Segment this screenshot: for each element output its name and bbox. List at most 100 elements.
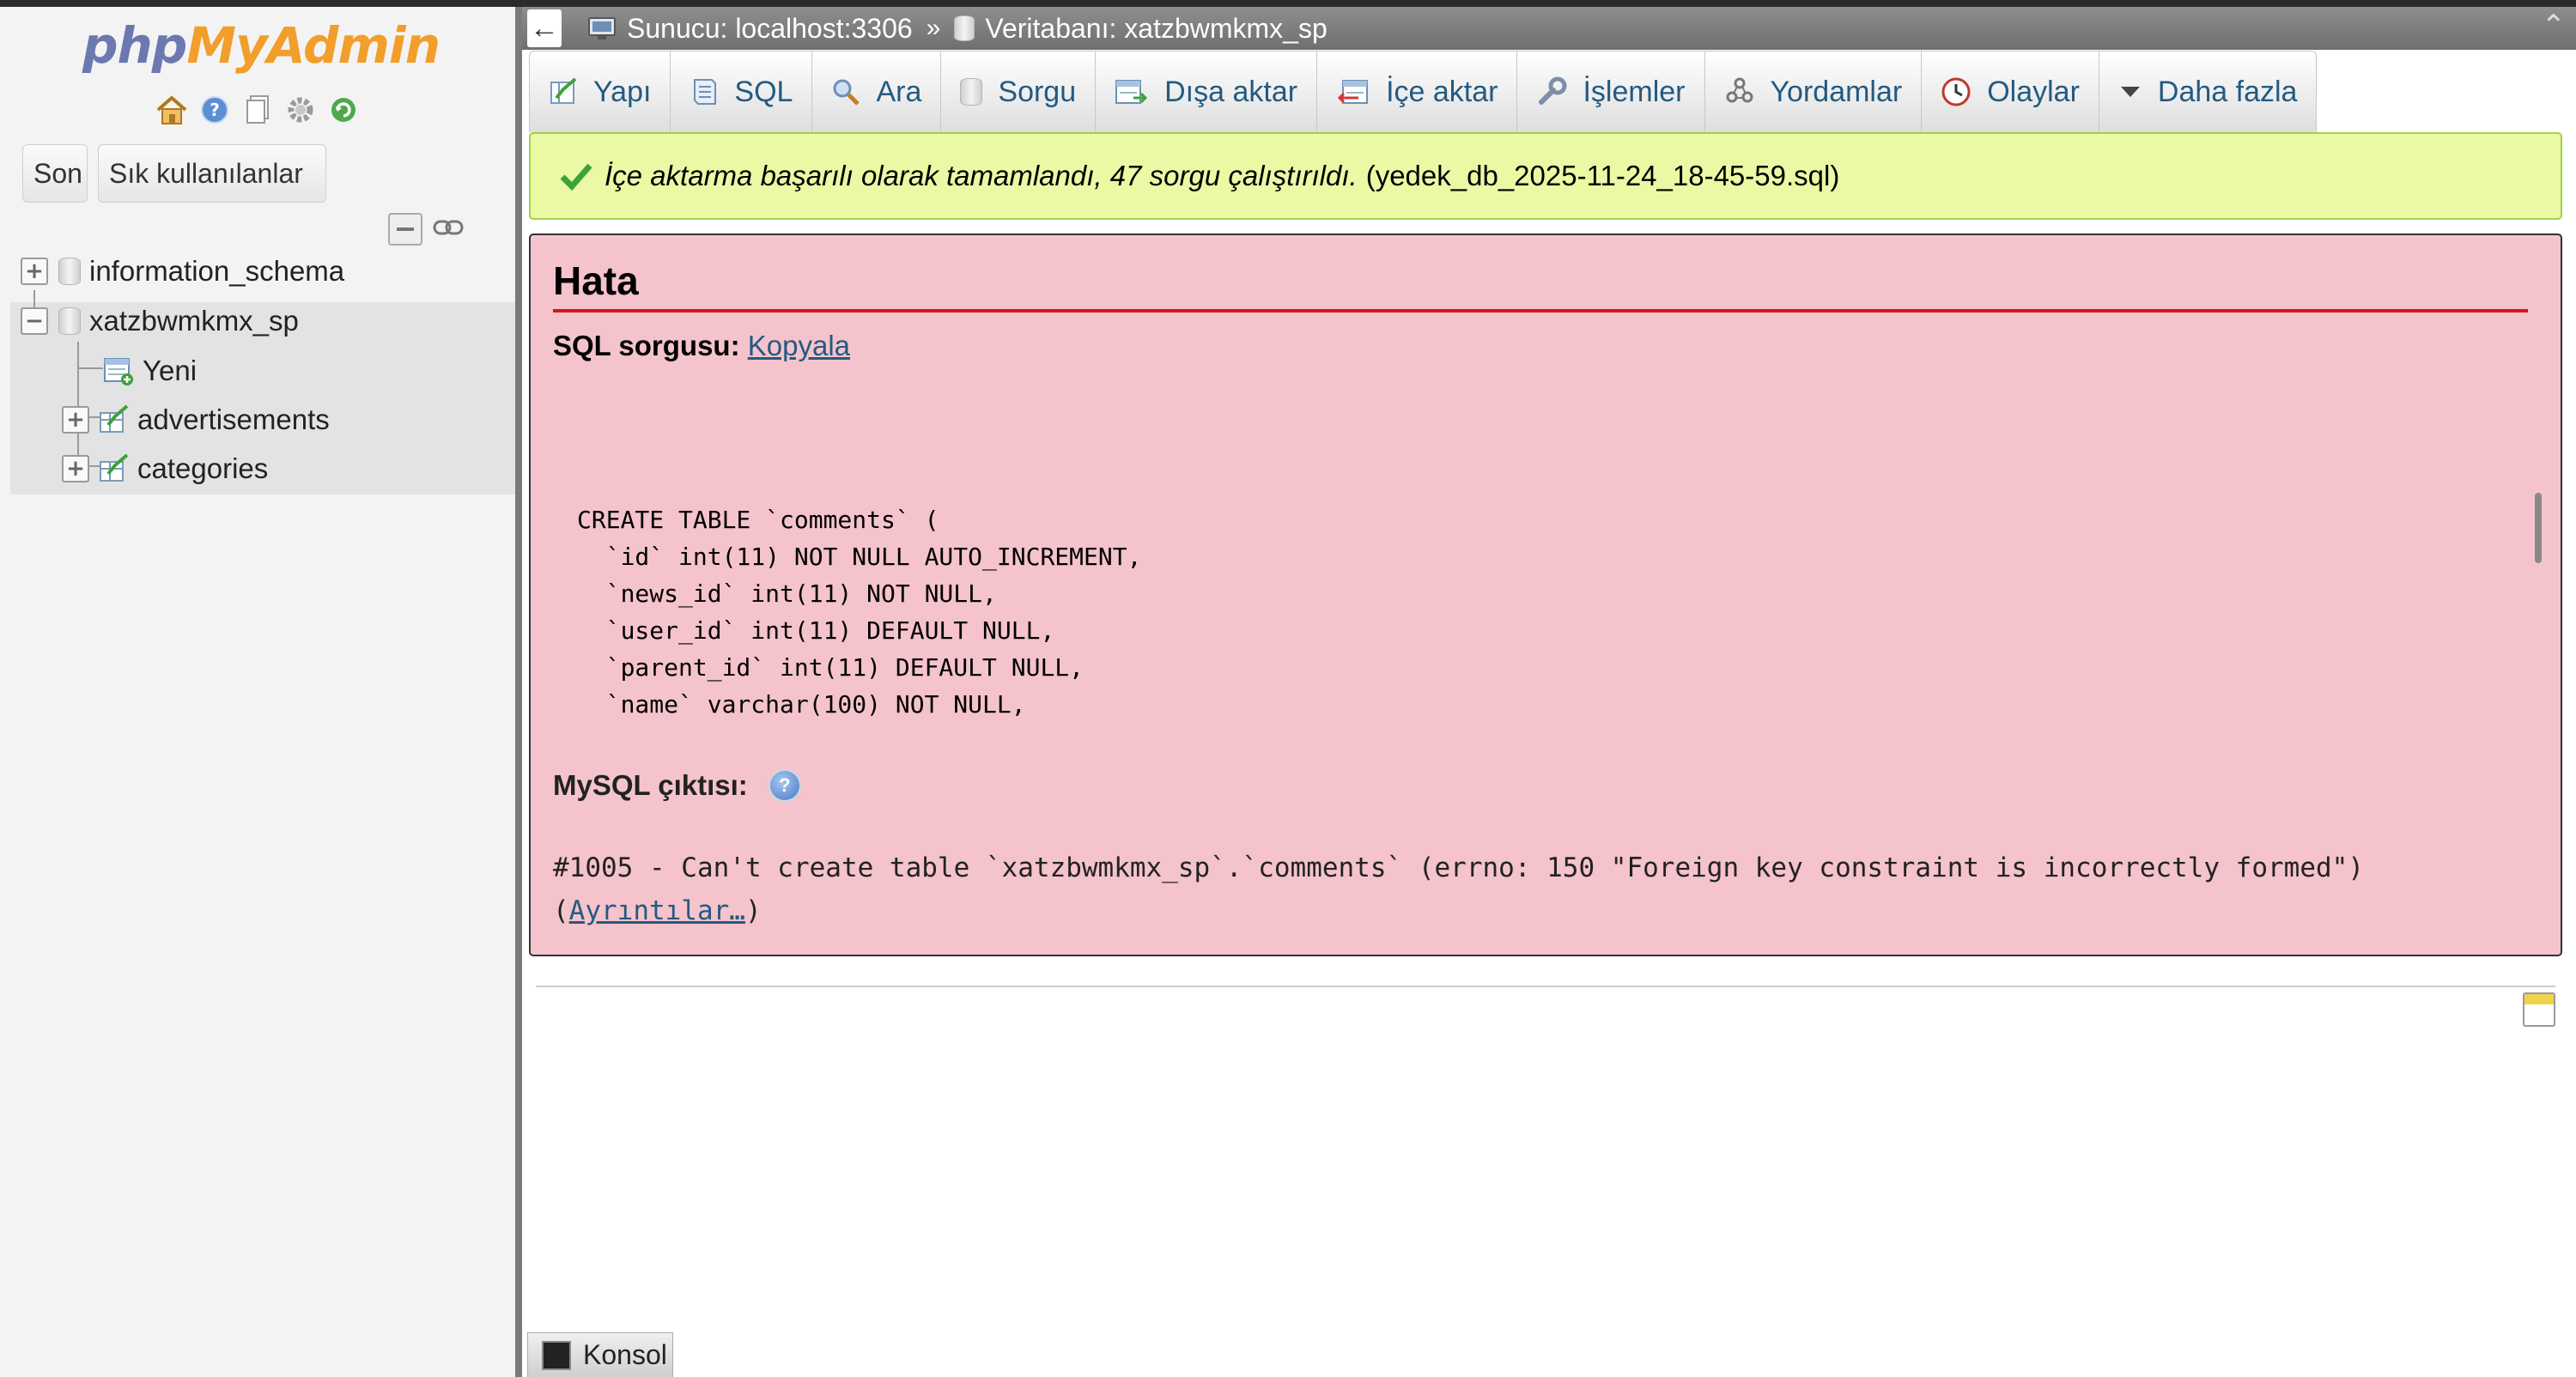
tab-label: SQL <box>734 75 793 108</box>
tab-import[interactable]: İçe aktar <box>1317 52 1518 132</box>
imported-filename: (yedek_db_2025-11-24_18-45-59.sql) <box>1365 160 1840 191</box>
tab-routines[interactable]: Yordamlar <box>1705 52 1923 132</box>
tab-label: Sorgu <box>998 75 1077 108</box>
database-name[interactable]: information_schema <box>89 255 344 288</box>
success-text: İçe aktarma başarılı olarak tamamlandı, … <box>605 160 1358 191</box>
back-arrow-icon[interactable]: ← <box>527 9 562 47</box>
tab-label: Ara <box>876 75 922 108</box>
new-table-label[interactable]: Yeni <box>143 355 197 387</box>
tab-events[interactable]: Olaylar <box>1922 52 2099 132</box>
copy-link[interactable]: Kopyala <box>748 330 850 361</box>
error-title: Hata <box>553 252 2528 312</box>
phpmyadmin-logo[interactable]: phpMyAdmin <box>82 15 440 76</box>
reload-icon[interactable] <box>326 93 361 127</box>
new-table-icon <box>104 358 133 385</box>
scroll-to-top-icon[interactable]: ⌃ <box>2542 9 2567 43</box>
tab-list: Yapı SQL Ara Sorgu Dışa aktar İçe aktar … <box>529 51 2318 132</box>
error-text: #1005 - Can't create table `xatzbwmkmx_s… <box>553 852 2364 883</box>
mysql-output-row: MySQL çıktısı: ? <box>553 769 801 802</box>
structure-icon <box>549 77 578 106</box>
tab-label: Daha fazla <box>2157 75 2298 108</box>
details-link[interactable]: Ayrıntılar… <box>569 895 745 926</box>
success-message: İçe aktarma başarılı olarak tamamlandı, … <box>529 132 2562 220</box>
help-icon[interactable]: ? <box>768 769 801 802</box>
tab-label: İşlemler <box>1583 75 1686 108</box>
tab-operations[interactable]: İşlemler <box>1517 52 1705 132</box>
navigation-sidebar: phpMyAdmin ? Son Sık kullanılanlar + inf… <box>0 7 515 1377</box>
caret-down-icon <box>2118 83 2142 100</box>
tab-label: Olaylar <box>1987 75 2080 108</box>
breadcrumb: ← Sunucu: localhost:3306 » Veritabanı: x… <box>522 7 2576 50</box>
import-icon <box>1336 77 1370 106</box>
breadcrumb-server[interactable]: Sunucu: localhost:3306 <box>627 13 913 45</box>
tab-sql[interactable]: SQL <box>671 52 813 132</box>
sidebar-quick-icons: ? <box>155 93 361 134</box>
tab-label: Yapı <box>593 75 652 108</box>
database-name[interactable]: xatzbwmkmx_sp <box>89 305 299 337</box>
sql-query-row: SQL sorgusu: Kopyala <box>553 330 850 362</box>
console-toggle-button[interactable]: Konsol <box>527 1332 673 1377</box>
tab-label: İçe aktar <box>1386 75 1498 108</box>
mysql-output-label: MySQL çıktısı: <box>553 769 748 801</box>
expand-plus-icon[interactable]: + <box>62 406 89 434</box>
breadcrumb-database[interactable]: Veritabanı: xatzbwmkmx_sp <box>985 13 1327 45</box>
tab-query[interactable]: Sorgu <box>941 52 1097 132</box>
logo-text-myadmin: MyAdmin <box>186 16 440 75</box>
tree-item-advertisements[interactable]: + advertisements <box>62 397 330 442</box>
console-label: Konsol <box>583 1339 667 1370</box>
collapse-all-icon[interactable] <box>388 213 422 246</box>
tab-export[interactable]: Dışa aktar <box>1096 52 1318 132</box>
export-icon <box>1115 77 1149 106</box>
wrench-icon <box>1536 76 1567 107</box>
console-icon <box>542 1340 571 1370</box>
link-with-main-panel-icon[interactable] <box>431 213 465 242</box>
logo-text-php: php <box>82 16 187 75</box>
tab-structure[interactable]: Yapı <box>530 52 671 132</box>
server-icon <box>587 15 618 41</box>
favorite-tables-button[interactable]: Sık kullanılanlar <box>98 144 326 203</box>
sql-icon <box>690 76 719 107</box>
tree-item-xatzbwmkmx-sp[interactable]: − xatzbwmkmx_sp <box>21 299 299 343</box>
window-top-border <box>0 0 2576 7</box>
query-icon <box>960 78 983 106</box>
tab-more[interactable]: Daha fazla <box>2099 52 2317 132</box>
tree-item-categories[interactable]: + categories <box>62 446 268 491</box>
svg-text:?: ? <box>210 100 220 120</box>
table-name[interactable]: advertisements <box>137 403 330 436</box>
database-icon <box>58 258 81 285</box>
check-icon <box>560 163 592 191</box>
tree-item-information-schema[interactable]: + information_schema <box>21 249 344 294</box>
settings-gear-icon[interactable] <box>283 93 318 127</box>
code-scrollbar-thumb[interactable] <box>2535 493 2542 563</box>
content-divider <box>536 986 2555 987</box>
table-icon <box>100 453 129 482</box>
sidebar-resize-handle[interactable] <box>515 7 522 1377</box>
search-icon <box>831 77 860 106</box>
tab-label: Dışa aktar <box>1164 75 1298 108</box>
sql-query-label: SQL sorgusu: <box>553 330 740 361</box>
documentation-icon[interactable] <box>240 93 275 127</box>
main-tab-bar: Yapı SQL Ara Sorgu Dışa aktar İçe aktar … <box>522 50 2576 132</box>
mysql-error-message: #1005 - Can't create table `xatzbwmkmx_s… <box>553 846 2364 932</box>
events-clock-icon <box>1941 76 1971 107</box>
database-icon <box>954 15 975 41</box>
expand-plus-icon[interactable]: + <box>21 258 48 285</box>
details-paren-close: ) <box>744 895 762 926</box>
home-icon[interactable] <box>155 93 189 127</box>
breadcrumb-separator: » <box>926 14 941 42</box>
sql-code-block: CREATE TABLE `comments` ( `id` int(11) N… <box>577 506 1142 719</box>
database-icon <box>58 307 81 335</box>
notes-icon[interactable] <box>2523 992 2555 1027</box>
help-icon[interactable]: ? <box>197 93 232 127</box>
table-name[interactable]: categories <box>137 452 268 485</box>
routines-icon <box>1724 76 1755 107</box>
details-paren-open: ( <box>553 895 569 926</box>
recent-tables-button[interactable]: Son <box>22 144 88 203</box>
table-icon <box>100 404 129 433</box>
collapse-minus-icon[interactable]: − <box>21 307 48 335</box>
tree-controls <box>388 213 465 246</box>
tab-search[interactable]: Ara <box>812 52 942 132</box>
expand-plus-icon[interactable]: + <box>62 455 89 482</box>
error-panel: Hata SQL sorgusu: Kopyala CREATE TABLE `… <box>529 234 2562 956</box>
tree-item-new-table[interactable]: Yeni <box>103 349 197 393</box>
